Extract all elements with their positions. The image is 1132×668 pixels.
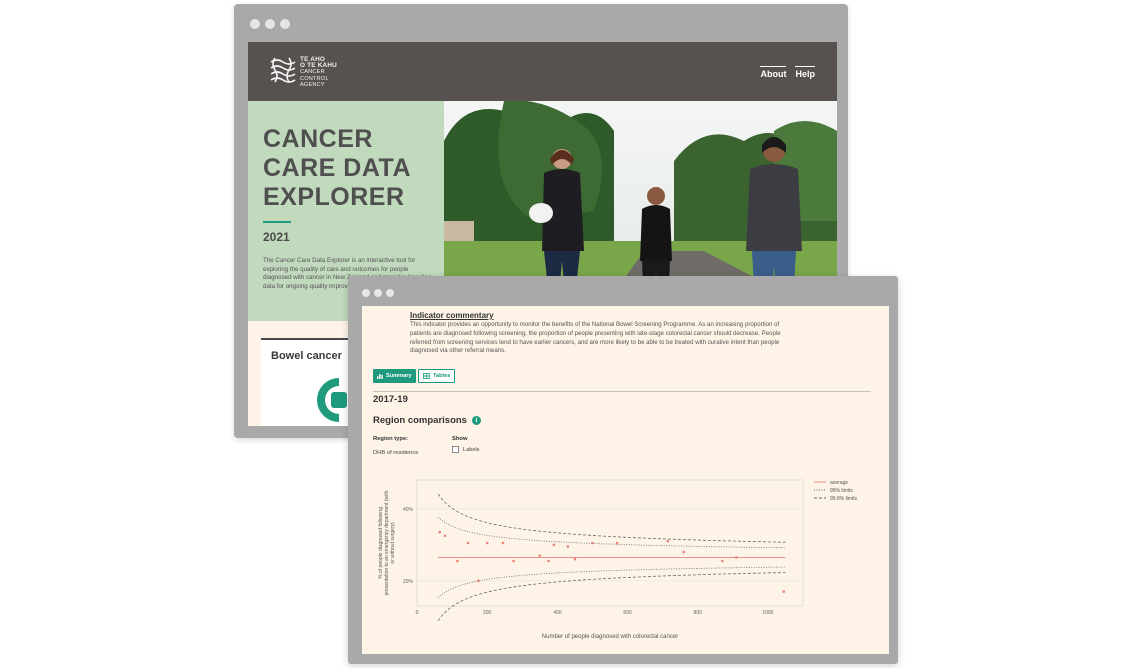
- y-tick-label: 40%: [403, 507, 414, 513]
- commentary-text: This indicator provides an opportunity t…: [410, 321, 781, 355]
- region-type-value[interactable]: DHB of residence: [373, 450, 418, 456]
- legend-label: 99.8% limits: [830, 496, 857, 502]
- data-points: [438, 530, 785, 593]
- labels-checkbox[interactable]: [452, 446, 459, 453]
- region-comparisons-heading: Region comparisons i: [373, 415, 481, 426]
- window-controls: [250, 19, 290, 29]
- data-point: [485, 541, 489, 545]
- main-nav: About Help: [760, 66, 815, 79]
- info-icon[interactable]: i: [471, 416, 481, 425]
- data-point: [512, 559, 515, 563]
- window-dot-maximize[interactable]: [386, 289, 394, 297]
- window-dot-close[interactable]: [362, 289, 370, 297]
- x-tick-label: 0: [416, 610, 419, 616]
- window-dot-close[interactable]: [250, 19, 260, 29]
- data-point: [552, 543, 556, 547]
- data-point: [591, 541, 594, 545]
- window-dot-minimize[interactable]: [374, 289, 382, 297]
- chart-legend: average 95% limits 99.8% limits: [814, 480, 857, 502]
- hero-year: 2021: [263, 230, 290, 244]
- data-point: [666, 539, 670, 543]
- funnel-plot: 0 200 400 600 800 1000 20% 40% Number of peopl…: [378, 479, 857, 640]
- woven-logo-icon: [270, 57, 296, 83]
- tab-summary[interactable]: Summary: [373, 369, 416, 383]
- data-point: [566, 545, 570, 548]
- y-axis-ticks: 20% 40%: [403, 507, 414, 585]
- data-point: [456, 559, 459, 563]
- x-tick-label: 800: [694, 610, 703, 616]
- labels-checkbox-row[interactable]: Labels: [452, 446, 479, 453]
- upper-dotted-95-limit: [437, 516, 786, 549]
- region-type-label: Region type:: [373, 436, 409, 442]
- explorer-browser-window: Indicator commentary This indicator prov…: [348, 276, 898, 664]
- table-icon: [423, 373, 430, 379]
- logo-text: TE AHO O TE KAHU CANCER CONTROL AGENCY: [300, 56, 337, 88]
- data-point: [477, 579, 480, 583]
- data-point: [538, 554, 542, 557]
- period-heading: 2017-19: [373, 394, 408, 405]
- show-label: Show: [452, 436, 468, 442]
- legend-label: 95% limits: [830, 488, 853, 494]
- upper-dashed-99.8-limit: [437, 493, 786, 543]
- y-tick-label: 20%: [403, 579, 414, 585]
- data-point: [615, 541, 619, 545]
- nav-about-link[interactable]: About: [760, 66, 787, 79]
- window-dot-minimize[interactable]: [265, 19, 275, 29]
- tab-tables-label: Tables: [433, 373, 451, 379]
- window-dot-maximize[interactable]: [280, 19, 290, 29]
- section-divider: [373, 391, 871, 392]
- y-axis-label-line-3: or without surgery): [390, 522, 396, 564]
- nav-help-link[interactable]: Help: [795, 66, 815, 79]
- logo-line-5: AGENCY: [300, 81, 325, 88]
- data-point: [438, 530, 442, 534]
- x-tick-label: 400: [553, 610, 562, 616]
- data-point: [443, 534, 447, 538]
- card-label: Bowel cancer: [271, 350, 342, 362]
- tab-tables[interactable]: Tables: [418, 369, 456, 383]
- data-point: [682, 550, 685, 554]
- region-comparisons-label: Region comparisons: [373, 415, 467, 426]
- labels-checkbox-label: Labels: [463, 446, 480, 453]
- gridlines: [417, 508, 803, 582]
- x-axis-ticks: 0 200 400 600 800 1000: [416, 610, 774, 616]
- x-tick-label: 600: [623, 610, 632, 616]
- commentary-title: Indicator commentary: [410, 311, 494, 320]
- window-controls: [362, 289, 394, 297]
- page-title: CANCER CARE DATA EXPLORER: [263, 125, 411, 211]
- bar-chart-icon: [377, 374, 383, 379]
- agency-logo[interactable]: TE AHO O TE KAHU CANCER CONTROL AGENCY: [270, 56, 337, 88]
- title-underline: [263, 221, 291, 223]
- data-point: [501, 541, 505, 545]
- x-tick-label: 1000: [762, 610, 773, 616]
- legend-label: average: [830, 480, 848, 486]
- data-point: [573, 557, 577, 561]
- data-point: [547, 559, 550, 563]
- x-axis-label: Number of people diagnosed with colorect…: [542, 634, 678, 640]
- data-point: [735, 556, 738, 559]
- data-point: [782, 590, 785, 593]
- site-header: TE AHO O TE KAHU CANCER CONTROL AGENCY A…: [248, 42, 837, 101]
- tab-summary-label: Summary: [386, 373, 412, 379]
- lower-dotted-95-limit: [437, 566, 786, 598]
- x-tick-label: 200: [483, 610, 492, 616]
- data-point: [720, 559, 724, 563]
- indicator-page: Indicator commentary This indicator prov…: [362, 306, 889, 654]
- data-point: [466, 541, 470, 545]
- plot-area: [416, 479, 804, 607]
